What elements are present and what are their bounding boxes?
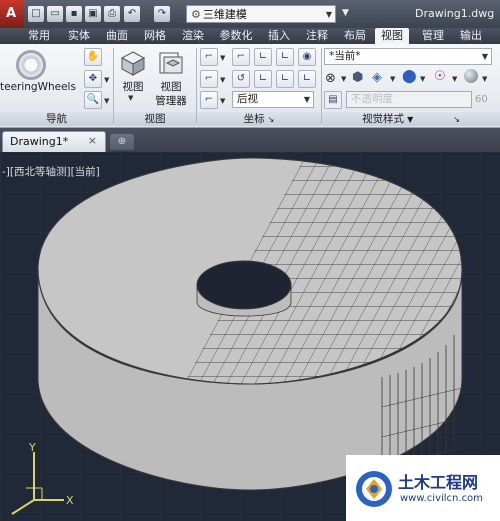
workspace-switcher[interactable]: ⚙ 三维建模 ▼ (186, 5, 336, 23)
ucs-origin-dropdown-icon[interactable]: ▼ (220, 76, 225, 84)
face-color-icon[interactable]: ⬤ (402, 69, 417, 84)
window-title: Drawing1.dwg (415, 7, 495, 20)
tab-view[interactable]: 视图 (375, 28, 409, 44)
tab-mesh[interactable]: 网格 (142, 28, 168, 44)
view-dropdown-icon[interactable]: ▼ (128, 94, 133, 102)
document-tab-name: Drawing1* (10, 135, 69, 148)
ucs-dropdown-icon[interactable]: ▼ (220, 54, 225, 62)
pan-icon[interactable]: ✋ (84, 48, 102, 66)
new-file-icon[interactable]: □ (28, 6, 44, 22)
tab-solid[interactable]: 实体 (66, 28, 92, 44)
panel-launcher-icon[interactable]: ↘ (453, 115, 460, 124)
opacity-label: 不透明度 (351, 93, 393, 105)
chevron-down-icon[interactable]: ▼ (407, 115, 413, 124)
opacity-slider[interactable]: 不透明度 (346, 91, 472, 108)
tab-manage[interactable]: 管理 (420, 28, 446, 44)
ucs-world-icon[interactable]: ⌐ (232, 48, 250, 66)
orbit-dropdown-icon[interactable]: ▼ (104, 76, 109, 84)
opacity-value: 60 (475, 94, 488, 105)
ucs-previous-icon[interactable]: ↺ (232, 70, 250, 88)
ucs-origin-icon[interactable]: ⌐ (200, 70, 218, 88)
lighting-dropdown-icon[interactable]: ▼ (452, 75, 457, 83)
close-icon[interactable]: × (88, 134, 97, 147)
redo-icon[interactable]: ↷ (154, 6, 170, 22)
xray-dropdown-icon[interactable]: ▼ (341, 75, 346, 83)
views-panel-title: 视图 (114, 112, 196, 126)
ucs-x-icon[interactable]: ∟ (254, 48, 272, 66)
edge-dropdown-icon[interactable]: ▼ (390, 75, 395, 83)
tab-surface[interactable]: 曲面 (104, 28, 130, 44)
autocad-logo-icon: A (6, 6, 17, 21)
coordinates-panel-title: 坐标 ↘ (197, 112, 321, 126)
chevron-down-icon: ▼ (303, 95, 310, 104)
tab-insert[interactable]: 插入 (266, 28, 292, 44)
orbit-icon[interactable]: ✥ (84, 70, 102, 88)
material-sphere-icon[interactable] (464, 69, 478, 83)
view-combo-value: 后视 (237, 93, 258, 105)
watermark-title: 土木工程网 (398, 473, 479, 492)
ucs-y-icon[interactable]: ∟ (276, 48, 294, 66)
lighting-icon[interactable]: ☉ (434, 69, 446, 84)
shadow-icon[interactable]: ⬢ (352, 70, 363, 85)
visual-style-value: *当前* (329, 50, 361, 62)
application-menu-button[interactable]: A (0, 0, 24, 28)
chevron-down-icon: ▼ (481, 52, 488, 61)
undo-icon[interactable]: ↶ (124, 6, 140, 22)
viewport-controls-label[interactable]: -][西北等轴测][当前] (2, 164, 100, 179)
chevron-down-icon: ▼ (325, 10, 332, 19)
customize-quick-access-icon[interactable]: ▼ (342, 8, 349, 18)
watermark-url: www.civilcn.com (400, 493, 483, 504)
ucs-3point-icon[interactable]: ∟ (298, 70, 316, 88)
edge-effects-icon[interactable]: ◈ (372, 70, 382, 85)
document-tab[interactable]: Drawing1* × (2, 131, 106, 152)
view-manager-label-2[interactable]: 管理器 (150, 94, 192, 108)
tab-parametric[interactable]: 参数化 (218, 28, 254, 44)
ucs-z-icon[interactable]: ∟ (254, 70, 272, 88)
save-icon[interactable]: ▪ (66, 6, 82, 22)
view-button-label[interactable]: 视图 (118, 80, 148, 94)
view-manager-icon[interactable] (158, 50, 184, 76)
new-drawing-tab-icon[interactable]: ⊕ (110, 134, 134, 150)
print-icon[interactable]: ⎙ (104, 6, 120, 22)
visual-styles-panel-title: 视觉样式 ▼ ↘ (322, 112, 500, 126)
x-axis-letter: X (66, 494, 74, 507)
zoom-dropdown-icon[interactable]: ▼ (104, 97, 109, 105)
watermark-logo-icon (354, 469, 394, 509)
zoom-icon[interactable]: 🔍 (84, 91, 102, 109)
tab-output[interactable]: 输出 (458, 28, 484, 44)
ucs-named-dropdown-icon[interactable]: ▼ (220, 97, 225, 105)
watermark: 土木工程网 www.civilcn.com (346, 455, 500, 521)
material-dropdown-icon[interactable]: ▼ (482, 75, 487, 83)
face-dropdown-icon[interactable]: ▼ (420, 75, 425, 83)
panel-launcher-icon[interactable]: ↘ (268, 115, 275, 124)
view-cube-icon[interactable] (120, 50, 146, 76)
tab-render[interactable]: 渲染 (180, 28, 206, 44)
visual-style-combo[interactable]: *当前* ▼ (324, 48, 492, 65)
ucs-globe-icon[interactable]: ◉ (298, 48, 316, 66)
ucs-icon[interactable]: ⌐ (200, 48, 218, 66)
opacity-icon[interactable]: ▤ (324, 91, 342, 109)
navigate-panel-title: 导航 (0, 112, 113, 126)
xray-icon[interactable]: ⊗ (325, 71, 336, 86)
tab-home[interactable]: 常用 (26, 28, 52, 44)
view-manager-label[interactable]: 视图 (150, 80, 192, 94)
ucs-zaxis-icon[interactable]: ∟ (276, 70, 294, 88)
save-as-icon[interactable]: ▣ (85, 6, 101, 22)
gear-icon: ⚙ (191, 8, 201, 21)
tab-layout[interactable]: 布局 (342, 28, 368, 44)
tab-annotate[interactable]: 注释 (304, 28, 330, 44)
steering-wheels-label: teeringWheels (0, 81, 76, 93)
y-axis-letter: Y (28, 441, 36, 454)
workspace-name: 三维建模 (202, 8, 247, 21)
view-combo[interactable]: 后视 ▼ (232, 91, 314, 108)
steering-wheel-icon[interactable] (16, 50, 46, 80)
open-file-icon[interactable]: ▭ (47, 6, 63, 22)
ucs-named-icon[interactable]: ⌐ (200, 91, 218, 109)
